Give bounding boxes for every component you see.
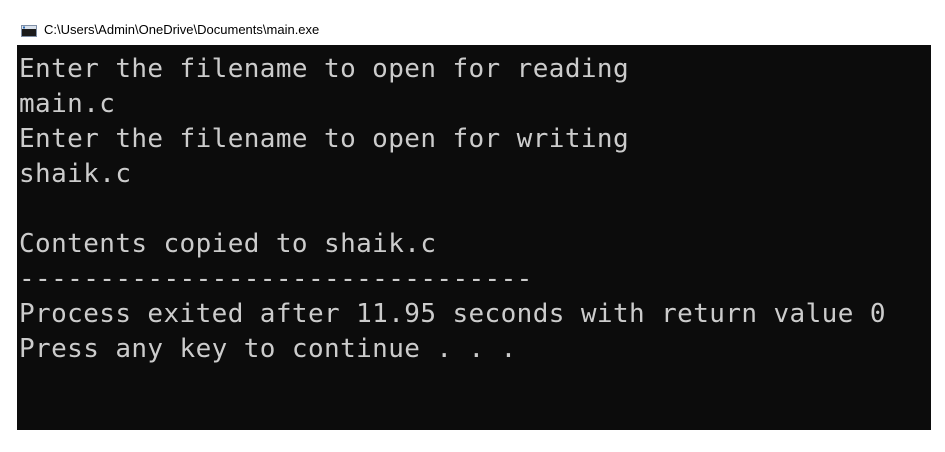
console-output: Enter the filename to open for reading m… [19,52,929,367]
console-line: Process exited after 11.95 seconds with … [19,299,886,329]
console-line: Enter the filename to open for writing [19,124,630,154]
console-window[interactable]: C:\Users\Admin\OneDrive\Documents\main.e… [17,16,931,430]
window-title: C:\Users\Admin\OneDrive\Documents\main.e… [44,22,320,37]
title-bar[interactable]: C:\Users\Admin\OneDrive\Documents\main.e… [17,16,931,45]
console-line: Press any key to continue . . . [19,334,517,364]
console-line: Contents copied to shaik.c [19,229,437,259]
console-app-icon [21,24,37,37]
console-line: shaik.c [19,159,132,189]
console-line: -------------------------------- [19,264,533,294]
console-line: Enter the filename to open for reading [19,54,630,84]
console-line: main.c [19,89,116,119]
